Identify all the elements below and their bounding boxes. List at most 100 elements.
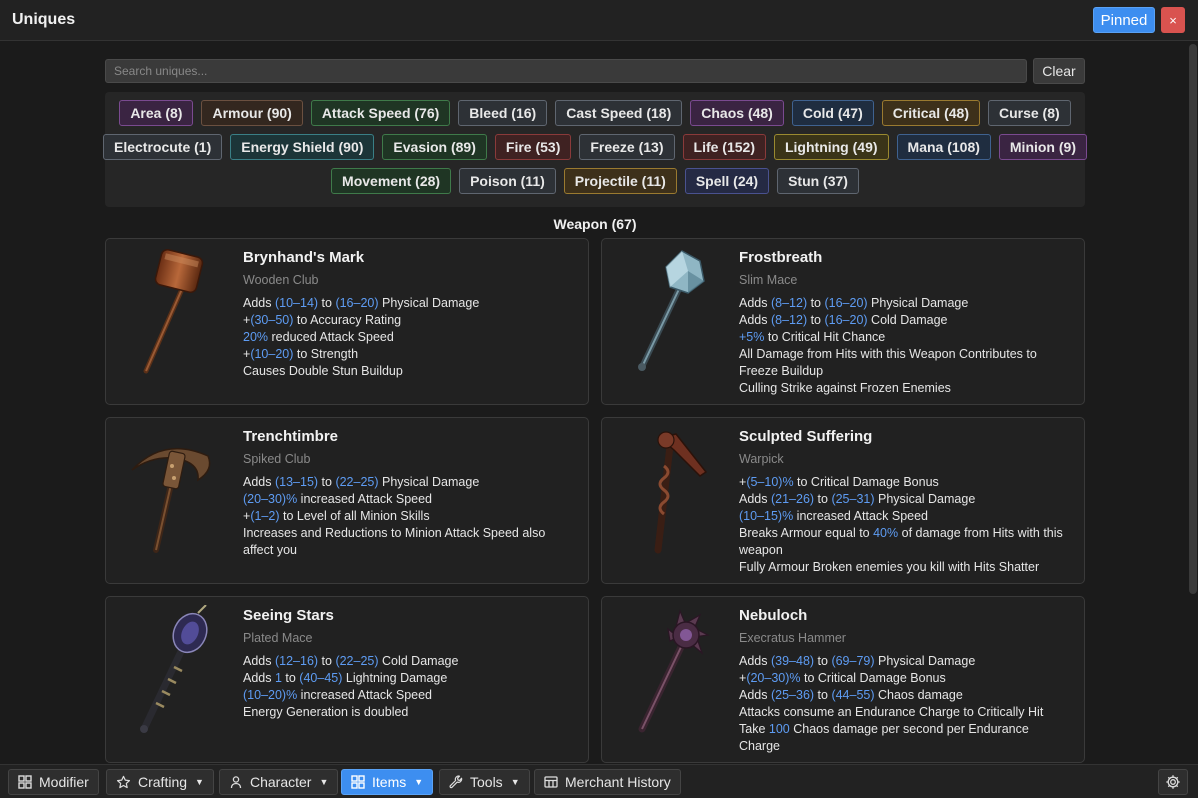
tag-filter-projectile[interactable]: Projectile (11) [563,168,677,194]
mod-text: Chaos damage [874,688,963,702]
execratus-hammer-icon [620,605,720,735]
tag-row: Movement (28) Poison (11) Projectile (11) S… [105,168,1085,194]
tag-filter-cast-speed[interactable]: Cast Speed (18) [555,100,683,126]
nav-modifier-button[interactable]: Modifier [8,769,99,795]
tag-filter-mana[interactable]: Mana (108) [896,134,991,160]
tag-filter-freeze[interactable]: Freeze (13) [579,134,675,160]
tag-filter-stun[interactable]: Stun (37) [777,168,859,194]
mod-value: (10–14) [274,296,319,310]
item-name: Frostbreath [739,249,823,266]
tag-filter-electrocute[interactable]: Electrocute (1) [103,134,223,160]
mod-text: Adds [739,654,771,668]
mod-text: Culling Strike against Frozen Enemies [739,381,951,395]
item-card[interactable]: Brynhand's Mark Wooden Club Adds (10–14) t… [105,238,589,405]
spiked-club-icon [124,426,224,556]
mod-text: to Accuracy Rating [293,313,402,327]
mod-text: Physical Damage [378,296,480,310]
mod-value: (20–30)% [243,492,298,506]
clear-button[interactable]: Clear [1033,58,1085,84]
mod-text: to Level of all Minion Skills [279,509,430,523]
item-mod-line: Attacks consume an Endurance Charge to C… [739,704,1069,721]
star-icon [116,775,131,788]
mod-value: +5% [739,330,765,344]
tag-filter-fire[interactable]: Fire (53) [494,134,572,160]
tag-filter-evasion[interactable]: Evasion (89) [382,134,487,160]
mod-value: (12–16) [274,654,319,668]
title-bar: Uniques Pinned × [0,0,1198,41]
item-mod-line: Energy Generation is doubled [243,704,573,721]
mod-value: 40% [873,526,899,540]
item-base-type: Slim Mace [739,273,798,287]
tag-filter-chaos[interactable]: Chaos (48) [690,100,784,126]
tag-filter-armour[interactable]: Armour (90) [201,100,303,126]
item-mod-line: Adds (8–12) to (16–20) Physical Damage [739,295,1069,312]
tag-filter-movement[interactable]: Movement (28) [331,168,452,194]
mod-text: to Critical Hit Chance [764,330,886,344]
nav-items-label: Items [372,774,407,790]
plated-mace-icon [124,604,224,735]
nav-merchant-history-button[interactable]: Merchant History [534,769,681,795]
tag-filter-curse[interactable]: Curse (8) [987,100,1071,126]
mod-text: Increases and Reductions to Minion Attac… [243,526,546,557]
nav-character-button[interactable]: Character ▼ [219,769,339,795]
tag-filter-attack-speed[interactable]: Attack Speed (76) [310,100,451,126]
mod-text: Adds [243,671,275,685]
mod-text: Physical Damage [874,654,976,668]
item-card[interactable]: Nebuloch Execratus Hammer Adds (39–48) to … [601,596,1085,763]
tag-filter-panel: Area (8) Armour (90) Attack Speed (76) Blee… [103,92,1087,207]
item-name: Seeing Stars [243,607,334,624]
mod-text: Lightning Damage [342,671,448,685]
item-mod-line: Culling Strike against Frozen Enemies [739,380,1069,397]
item-mod-line: Adds (13–15) to (22–25) Physical Damage [243,474,573,491]
item-mod-line: Adds (8–12) to (16–20) Cold Damage [739,312,1069,329]
mod-value: (40–45) [299,671,343,685]
item-card[interactable]: Seeing Stars Plated Mace Adds (12–16) to (… [105,596,589,763]
scrollbar[interactable] [1188,42,1198,764]
mod-value: (69–79) [831,654,875,668]
nav-tools-label: Tools [470,774,503,790]
item-card[interactable]: Sculpted Suffering Warpick +(5–10)% to Cri… [601,417,1085,584]
nav-items-button[interactable]: Items ▼ [341,769,434,795]
tag-filter-energy-shield[interactable]: Energy Shield (90) [230,134,375,160]
mod-value: (16–20) [335,296,379,310]
item-mod-line: Adds (12–16) to (22–25) Cold Damage [243,653,573,670]
tag-filter-area[interactable]: Area (8) [119,100,194,126]
item-mod-line: +(5–10)% to Critical Damage Bonus [739,474,1069,491]
nav-tools-button[interactable]: Tools ▼ [439,769,530,795]
mod-value: (25–31) [831,492,875,506]
nav-merchant-history-label: Merchant History [565,774,671,790]
close-button[interactable]: × [1161,7,1185,33]
item-card[interactable]: Frostbreath Slim Mace Adds (8–12) to (16–2… [601,238,1085,405]
tag-filter-cold[interactable]: Cold (47) [791,100,874,126]
tag-filter-critical[interactable]: Critical (48) [881,100,980,126]
mod-value: (39–48) [770,654,815,668]
settings-button[interactable] [1158,769,1188,795]
scrollbar-thumb[interactable] [1189,44,1197,594]
tag-filter-minion[interactable]: Minion (9) [998,134,1087,160]
item-mod-line: +(1–2) to Level of all Minion Skills [243,508,573,525]
item-mod-line: (20–30)% increased Attack Speed [243,491,573,508]
nav-character-label: Character [250,774,312,790]
mod-text: increased Attack Speed [297,492,433,506]
item-mods: Adds (8–12) to (16–20) Physical Damage Ad… [739,295,1069,397]
mod-text: Cold Damage [867,313,948,327]
item-mods: Adds (39–48) to (69–79) Physical Damage +… [739,653,1069,755]
search-input[interactable] [105,59,1027,83]
tag-filter-lightning[interactable]: Lightning (49) [773,134,889,160]
mod-text: to [814,492,832,506]
wooden-club-icon [124,247,224,377]
item-base-type: Warpick [739,452,784,466]
pinned-button[interactable]: Pinned [1093,7,1155,33]
item-name: Brynhand's Mark [243,249,365,266]
tag-filter-spell[interactable]: Spell (24) [684,168,770,194]
mod-text: to [281,671,300,685]
tag-filter-life[interactable]: Life (152) [682,134,766,160]
tag-filter-poison[interactable]: Poison (11) [459,168,556,194]
item-mod-line: Adds (25–36) to (44–55) Chaos damage [739,687,1069,704]
nav-crafting-button[interactable]: Crafting ▼ [106,769,214,795]
chevron-down-icon: ▼ [510,777,520,787]
item-mod-line: Adds (39–48) to (69–79) Physical Damage [739,653,1069,670]
tag-filter-bleed[interactable]: Bleed (16) [458,100,548,126]
item-name: Trenchtimbre [243,428,339,445]
item-card[interactable]: Trenchtimbre Spiked Club Adds (13–15) to (… [105,417,589,584]
